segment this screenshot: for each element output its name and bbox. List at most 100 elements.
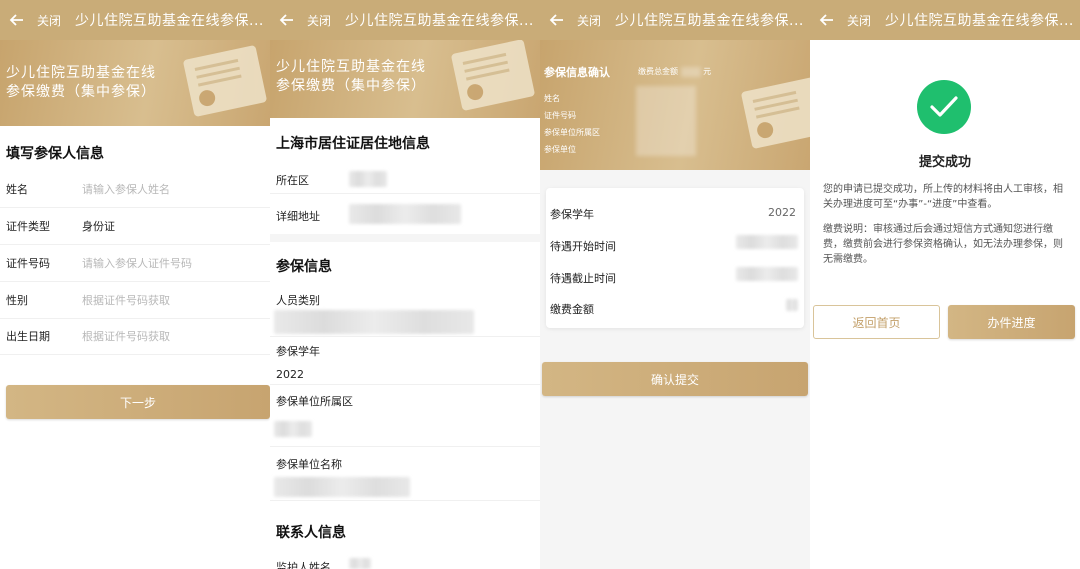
- navbar: 关闭 少儿住院互助基金在线参保...: [540, 0, 810, 40]
- nav-title: 少儿住院互助基金在线参保...: [345, 13, 534, 29]
- back-arrow-icon[interactable]: [549, 12, 565, 28]
- next-button[interactable]: 下一步: [6, 385, 270, 419]
- document-icon: [182, 44, 268, 118]
- unit-district-label: 参保单位所属区: [276, 395, 353, 408]
- nav-title: 少儿住院互助基金在线参保...: [885, 13, 1074, 29]
- document-icon: [450, 40, 536, 112]
- nav-title: 少儿住院互助基金在线参保...: [75, 13, 264, 29]
- redacted-address: [349, 204, 461, 224]
- close-button[interactable]: 关闭: [37, 12, 61, 29]
- redacted-start-date: [736, 235, 798, 249]
- field-label: 性别: [6, 294, 28, 307]
- banner-field: 姓名: [544, 94, 560, 103]
- screenshot-strip: 关闭 少儿住院互助基金在线参保... 少儿住院互助基金在线 参保缴费（集中参保）…: [0, 0, 1080, 569]
- redacted-unit-district: [274, 421, 312, 437]
- redacted-district: [349, 171, 387, 187]
- redacted-banner-values: [636, 86, 696, 156]
- guardian-name-label: 监护人姓名: [276, 561, 331, 569]
- school-year-label: 参保学年: [276, 345, 320, 358]
- back-arrow-icon[interactable]: [819, 12, 835, 28]
- row-label: 待遇开始时间: [550, 240, 616, 253]
- person-type-label: 人员类别: [276, 294, 320, 307]
- success-title: 提交成功: [918, 155, 971, 170]
- total-amount-label: 缴费总金额 元: [638, 66, 711, 77]
- id-number-field[interactable]: 证件号码 请输入参保人证件号码: [0, 245, 270, 282]
- close-button[interactable]: 关闭: [847, 12, 871, 29]
- section-gap: [270, 234, 540, 242]
- divider: [270, 336, 540, 337]
- banner-field: 参保单位: [544, 145, 576, 154]
- navbar: 关闭 少儿住院互助基金在线参保...: [810, 0, 1080, 40]
- banner-line-1: 少儿住院互助基金在线: [276, 59, 426, 75]
- panel-fill-info: 关闭 少儿住院互助基金在线参保... 少儿住院互助基金在线 参保缴费（集中参保）…: [0, 0, 270, 569]
- confirm-submit-button[interactable]: 确认提交: [542, 362, 808, 396]
- school-year-value: 2022: [276, 368, 304, 381]
- banner: 少儿住院互助基金在线 参保缴费（集中参保）: [0, 40, 270, 126]
- nav-title: 少儿住院互助基金在线参保...: [615, 13, 804, 29]
- navbar: 关闭 少儿住院互助基金在线参保...: [270, 0, 540, 40]
- close-button[interactable]: 关闭: [577, 12, 601, 29]
- row-label: 参保学年: [550, 208, 594, 221]
- field-label: 证件类型: [6, 220, 50, 233]
- banner-field: 参保单位所属区: [544, 128, 600, 137]
- progress-button[interactable]: 办件进度: [948, 305, 1075, 339]
- navbar: 关闭 少儿住院互助基金在线参保...: [0, 0, 270, 40]
- panel-confirm: 关闭 少儿住院互助基金在线参保... 参保信息确认 缴费总金额 元 姓名 证件号…: [540, 0, 810, 569]
- name-field[interactable]: 姓名 请输入参保人姓名: [0, 171, 270, 208]
- panel-residence-info: 关闭 少儿住院互助基金在线参保... 少儿住院互助基金在线 参保缴费（集中参保）…: [270, 0, 540, 569]
- row-value: 2022: [768, 206, 796, 219]
- banner-field: 证件号码: [544, 111, 576, 120]
- id-type-select[interactable]: 身份证: [82, 218, 115, 234]
- field-label: 证件号码: [6, 257, 50, 270]
- birthdate-field: 出生日期 根据证件号码获取: [0, 318, 270, 355]
- success-check-icon: [917, 80, 971, 134]
- total-prefix: 缴费总金额: [638, 67, 678, 76]
- divider: [270, 446, 540, 447]
- close-button[interactable]: 关闭: [307, 12, 331, 29]
- back-arrow-icon[interactable]: [9, 12, 25, 28]
- unit-name-label: 参保单位名称: [276, 458, 342, 471]
- back-arrow-icon[interactable]: [279, 12, 295, 28]
- residence-section-title: 上海市居住证居住地信息: [276, 136, 430, 152]
- address-label: 详细地址: [276, 210, 320, 223]
- insurance-section-title: 参保信息: [276, 259, 332, 275]
- field-label: 出生日期: [6, 330, 50, 343]
- banner-text: 少儿住院互助基金在线 参保缴费（集中参保）: [6, 64, 156, 102]
- banner-line-2: 参保缴费（集中参保）: [6, 84, 156, 100]
- total-suffix: 元: [703, 67, 712, 76]
- back-home-button[interactable]: 返回首页: [813, 305, 940, 339]
- divider: [270, 500, 540, 501]
- banner-line-1: 少儿住院互助基金在线: [6, 65, 156, 81]
- confirm-title: 参保信息确认: [544, 66, 610, 79]
- banner-text: 少儿住院互助基金在线 参保缴费（集中参保）: [276, 58, 426, 96]
- gender-value: 根据证件号码获取: [82, 294, 170, 307]
- birthdate-value: 根据证件号码获取: [82, 330, 170, 343]
- redacted-unit-name: [274, 477, 410, 497]
- district-label: 所在区: [276, 174, 309, 187]
- payment-note: 缴费说明：审核通过后会通过短信方式通知您进行缴费，缴费前会进行参保资格确认，如无…: [823, 224, 1063, 265]
- contact-section-title: 联系人信息: [276, 525, 346, 541]
- confirm-banner: 参保信息确认 缴费总金额 元 姓名 证件号码 参保单位所属区 参保单位: [540, 40, 810, 170]
- redacted-end-date: [736, 267, 798, 281]
- id-type-field[interactable]: 证件类型 身份证: [0, 208, 270, 245]
- row-label: 待遇截止时间: [550, 272, 616, 285]
- divider: [270, 193, 540, 194]
- redacted-amount: [786, 299, 798, 311]
- redacted-person-type: [274, 310, 474, 334]
- panel-success: 关闭 少儿住院互助基金在线参保... 提交成功 您的申请已提交成功，所上传的材料…: [810, 0, 1080, 569]
- id-number-input[interactable]: 请输入参保人证件号码: [82, 255, 192, 271]
- success-message: 您的申请已提交成功，所上传的材料将由人工审核，相关办理进度可至“办事”-“进度”…: [823, 184, 1063, 210]
- banner: 少儿住院互助基金在线 参保缴费（集中参保）: [270, 40, 540, 118]
- banner-line-2: 参保缴费（集中参保）: [276, 78, 426, 94]
- field-label: 姓名: [6, 183, 28, 196]
- document-icon: [740, 76, 810, 150]
- redacted-amount: [680, 66, 701, 77]
- divider: [270, 384, 540, 385]
- gender-field: 性别 根据证件号码获取: [0, 282, 270, 319]
- row-label: 缴费金额: [550, 303, 594, 316]
- banner-field-list: 姓名 证件号码 参保单位所属区 参保单位: [544, 90, 600, 158]
- name-input[interactable]: 请输入参保人姓名: [82, 181, 170, 197]
- confirm-card: 参保学年 2022 待遇开始时间 待遇截止时间 缴费金额: [546, 188, 804, 328]
- section-title: 填写参保人信息: [6, 146, 104, 162]
- redacted-guardian-name: [349, 558, 371, 569]
